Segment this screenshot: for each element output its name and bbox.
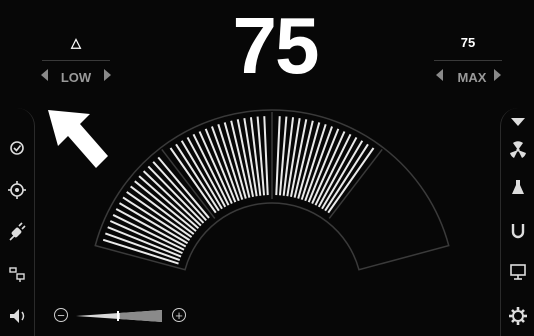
gauge-fill-stripe	[327, 147, 375, 214]
level-gauge	[94, 109, 450, 271]
device-screen: 75 △ LOW 75 MAX − +	[0, 0, 534, 336]
gauge-fill-stripe	[275, 116, 281, 196]
gauge-fill-stripe	[263, 116, 269, 196]
slider-track[interactable]	[54, 305, 190, 327]
plus-button[interactable]: +	[172, 308, 186, 322]
volume-slider[interactable]: − +	[54, 305, 190, 327]
